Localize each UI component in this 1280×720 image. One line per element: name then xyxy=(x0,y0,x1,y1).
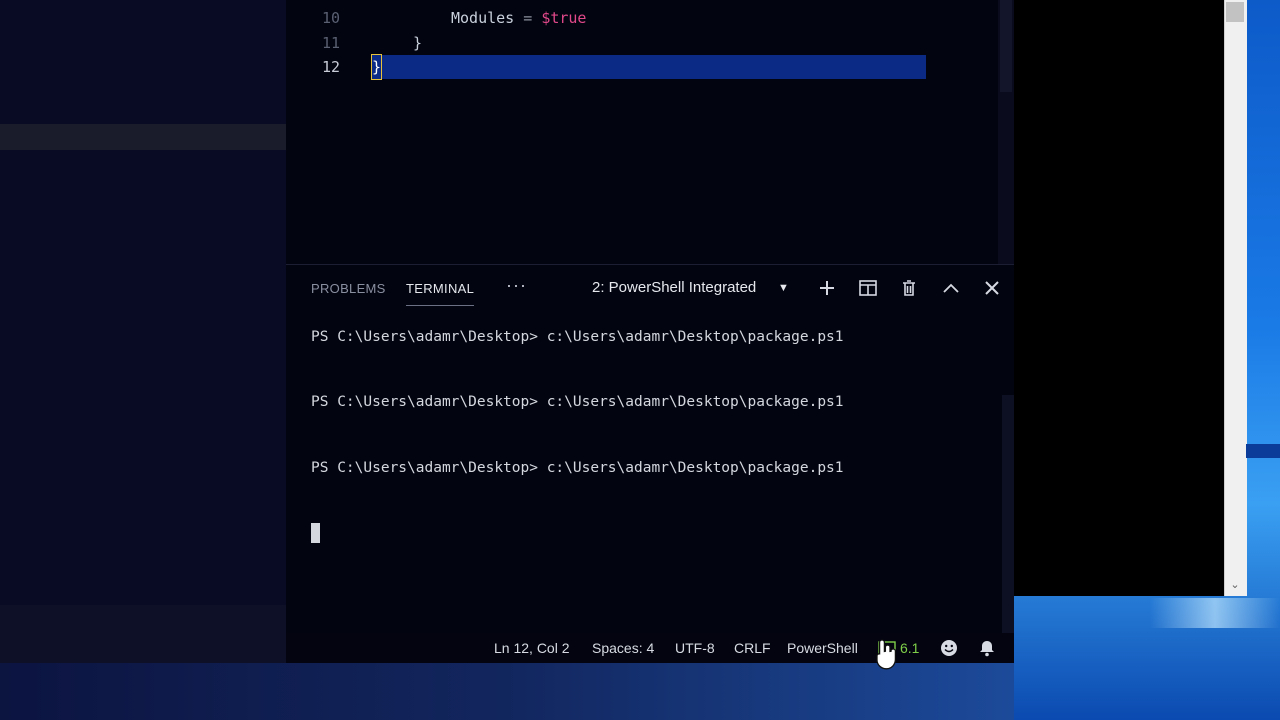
sidebar-bottom xyxy=(0,605,286,663)
tab-terminal[interactable]: TERMINAL xyxy=(406,281,475,306)
chevron-down-icon[interactable]: ▼ xyxy=(778,277,789,299)
trash-icon[interactable] xyxy=(898,277,920,299)
terminal-line: PS C:\Users\adamr\Desktop> c:\Users\adam… xyxy=(311,460,844,476)
line-number: 10 xyxy=(321,9,340,27)
variable-token: $true xyxy=(541,9,587,27)
more-actions-icon[interactable]: ··· xyxy=(506,275,527,296)
console-window[interactable] xyxy=(1014,0,1224,596)
bell-icon[interactable] xyxy=(978,639,996,657)
close-icon[interactable] xyxy=(981,277,1003,299)
sidebar-area xyxy=(0,0,286,633)
console-scrollbar-thumb[interactable] xyxy=(1226,2,1244,22)
hand-pointer-icon xyxy=(874,638,900,672)
smiley-icon[interactable] xyxy=(940,639,958,657)
chevron-up-icon[interactable] xyxy=(940,277,962,299)
terminal-scrollbar[interactable] xyxy=(1002,395,1014,634)
property-token: Modules xyxy=(451,9,515,27)
brace-token: } xyxy=(370,54,383,80)
powershell-version[interactable]: 6.1 xyxy=(900,640,919,656)
line-number: 11 xyxy=(321,34,340,52)
indentation-setting[interactable]: Spaces: 4 xyxy=(592,640,654,656)
terminal-line: PS C:\Users\adamr\Desktop> c:\Users\adam… xyxy=(311,394,844,410)
brace-token: } xyxy=(413,34,423,52)
split-icon[interactable] xyxy=(857,277,879,299)
line-number: 12 xyxy=(321,58,340,76)
editor-scrollbar-thumb[interactable] xyxy=(1000,0,1012,92)
terminal-select[interactable]: 2: PowerShell Integrated xyxy=(592,277,792,299)
encoding-setting[interactable]: UTF-8 xyxy=(675,640,715,656)
console-scrollbar[interactable] xyxy=(1224,0,1247,596)
terminal-cursor xyxy=(311,523,320,543)
code-line-11: 11 } xyxy=(286,31,926,55)
operator-token: = xyxy=(514,9,542,27)
sidebar-highlight-row xyxy=(0,124,286,150)
language-mode[interactable]: PowerShell xyxy=(787,640,858,656)
window-edge xyxy=(1246,444,1280,458)
bottom-panel: PROBLEMS TERMINAL ··· 2: PowerShell Inte… xyxy=(286,264,1014,634)
terminal-line: PS C:\Users\adamr\Desktop> c:\Users\adam… xyxy=(311,329,844,345)
plus-icon[interactable] xyxy=(816,277,838,299)
code-line-10: 10 Modules = $true xyxy=(286,6,926,30)
panel-tab-bar: PROBLEMS TERMINAL ··· 2: PowerShell Inte… xyxy=(286,265,1014,311)
wallpaper-glare xyxy=(1150,598,1280,628)
code-line-12: 12 } xyxy=(286,54,926,80)
desktop-taskbar-area xyxy=(0,663,1014,720)
cursor-position[interactable]: Ln 12, Col 2 xyxy=(494,640,570,656)
eol-setting[interactable]: CRLF xyxy=(734,640,771,656)
tab-problems[interactable]: PROBLEMS xyxy=(311,281,386,296)
chevron-down-icon[interactable]: ⌄ xyxy=(1226,576,1244,594)
status-bar: Ln 12, Col 2 Spaces: 4 UTF-8 CRLF PowerS… xyxy=(286,633,1014,663)
